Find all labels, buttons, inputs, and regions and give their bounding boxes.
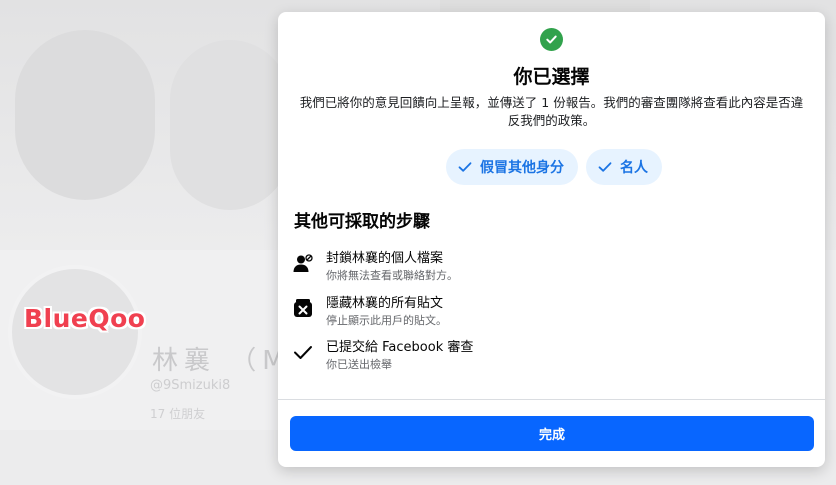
step-sublabel: 停止顯示此用戶的貼文。 [326, 314, 447, 327]
profile-friends-count: 17 位朋友 [150, 407, 206, 421]
check-icon [458, 162, 472, 172]
reason-chip-impersonation: 假冒其他身分 [446, 149, 578, 185]
cover-photo-shape [15, 30, 155, 200]
step-label: 已提交給 Facebook 審查 [326, 340, 474, 355]
other-steps-heading: 其他可採取的步驟 [294, 212, 430, 232]
step-label: 隱藏林襄的所有貼文 [326, 296, 444, 311]
step-sublabel: 你已送出檢舉 [326, 358, 392, 371]
reason-chip-label: 假冒其他身分 [480, 160, 564, 176]
hide-posts-option[interactable]: 隱藏林襄的所有貼文 停止顯示此用戶的貼文。 [292, 295, 802, 329]
reason-chip-label: 名人 [620, 160, 648, 176]
dialog-description: 我們已將你的意見回饋向上呈報，並傳送了 1 份報告。我們的審查團隊將查看此內容是… [299, 95, 804, 128]
reason-chip-celebrity: 名人 [586, 149, 662, 185]
step-label: 封鎖林襄的個人檔案 [326, 251, 444, 266]
submitted-review-item: 已提交給 Facebook 審查 你已送出檢舉 [292, 339, 802, 373]
success-check-icon [540, 28, 563, 51]
watermark: BlueQoo [24, 304, 146, 333]
selected-reasons: 假冒其他身分 名人 [446, 149, 662, 185]
dialog-title: 你已選擇 [513, 66, 590, 88]
check-icon [292, 341, 314, 363]
done-button[interactable]: 完成 [290, 416, 814, 451]
profile-name: 林襄 （M [152, 346, 291, 376]
check-icon [598, 162, 612, 172]
profile-handle: @9Smizuki8 [150, 378, 231, 393]
block-user-icon [292, 252, 314, 274]
hide-posts-icon [292, 297, 314, 319]
report-confirmation-dialog: 你已選擇 我們已將你的意見回饋向上呈報，並傳送了 1 份報告。我們的審查團隊將查… [278, 12, 825, 467]
block-profile-option[interactable]: 封鎖林襄的個人檔案 你將無法查看或聯絡對方。 [292, 250, 802, 284]
step-sublabel: 你將無法查看或聯絡對方。 [326, 269, 458, 282]
cover-photo-shape [170, 40, 290, 210]
divider [278, 399, 825, 400]
